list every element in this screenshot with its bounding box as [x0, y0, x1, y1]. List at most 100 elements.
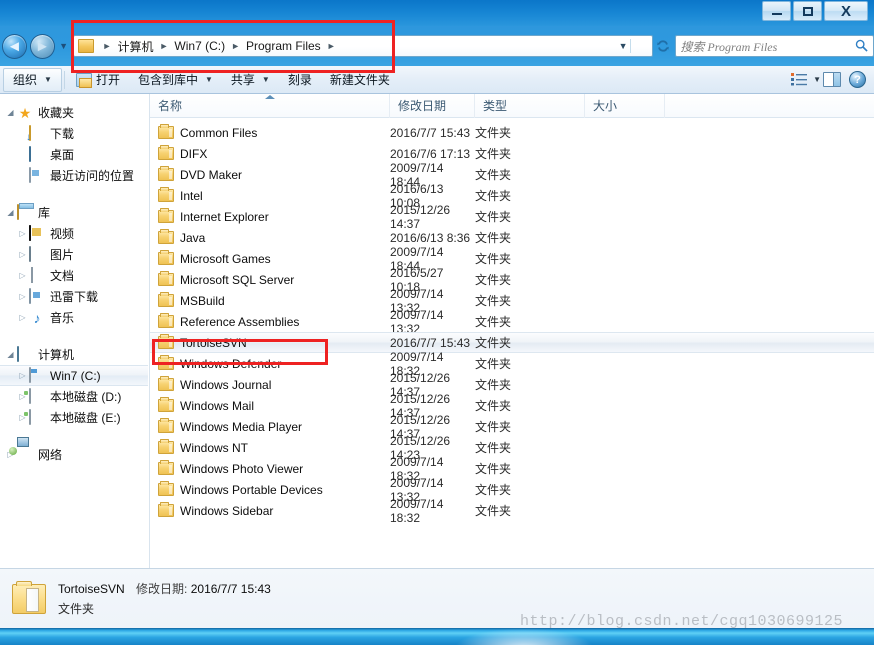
sidebar-label: 计算机: [38, 348, 75, 362]
file-type-cell: 文件夹: [475, 357, 512, 371]
minimize-button[interactable]: [762, 1, 791, 21]
table-row[interactable]: Common Files 2016/7/7 15:43 文件夹: [150, 122, 874, 143]
column-header-name[interactable]: 名称: [150, 93, 390, 118]
table-row[interactable]: Internet Explorer 2015/12/26 14:37 文件夹: [150, 203, 874, 231]
view-chevron-down-icon[interactable]: ▼: [813, 75, 821, 84]
file-name: Windows NT: [180, 440, 249, 455]
table-row[interactable]: MSBuild 2009/7/14 13:32 文件夹: [150, 287, 874, 315]
sidebar-item-network[interactable]: ▷ 网络: [0, 444, 149, 465]
sidebar-item-recent-places[interactable]: 最近访问的位置: [0, 165, 149, 186]
table-row[interactable]: DVD Maker 2009/7/14 18:44 文件夹: [150, 161, 874, 189]
collapse-triangle-icon[interactable]: ▷: [16, 292, 29, 301]
table-row[interactable]: Microsoft Games 2009/7/14 18:44 文件夹: [150, 245, 874, 273]
burn-button[interactable]: 刻录: [279, 68, 321, 92]
maximize-icon: [802, 6, 813, 16]
include-in-library-button[interactable]: 包含到库中 ▼: [129, 68, 222, 92]
sidebar-item-music[interactable]: ▷ ♪ 音乐: [0, 307, 149, 328]
breadcrumb-win7-c[interactable]: Win7 (C:): [174, 39, 225, 53]
column-headers: 名称 修改日期 类型 大小: [150, 93, 874, 118]
table-row[interactable]: Windows Media Player 2015/12/26 14:37 文件…: [150, 413, 874, 441]
table-row[interactable]: Windows Portable Devices 2009/7/14 13:32…: [150, 476, 874, 504]
table-row-selected[interactable]: TortoiseSVN 2016/7/7 15:43 文件夹: [150, 332, 874, 353]
search-box[interactable]: 搜索 Program Files: [675, 35, 874, 57]
file-date-cell: 2016/7/7 15:43: [390, 125, 471, 140]
collapse-triangle-icon[interactable]: ▷: [16, 313, 29, 322]
sidebar-item-local-disk-e[interactable]: ▷ 本地磁盘 (E:): [0, 407, 149, 428]
table-row[interactable]: Java 2016/6/13 8:36 文件夹: [150, 227, 874, 248]
recent-places-icon: [29, 166, 31, 183]
sidebar-label: 迅雷下载: [50, 290, 99, 304]
refresh-button[interactable]: [654, 35, 674, 57]
change-view-button[interactable]: [790, 72, 808, 88]
column-header-type[interactable]: 类型: [475, 93, 585, 118]
file-name-cell: Windows Portable Devices: [150, 481, 390, 497]
file-type-cell: 文件夹: [475, 315, 512, 329]
show-preview-pane-button[interactable]: [823, 72, 841, 87]
file-name: Internet Explorer: [180, 209, 269, 224]
back-button[interactable]: ◄: [2, 33, 27, 59]
maximize-button[interactable]: [793, 1, 822, 21]
table-row[interactable]: Reference Assemblies 2009/7/14 13:32 文件夹: [150, 308, 874, 336]
sidebar-label: 本地磁盘 (E:): [50, 411, 121, 425]
table-row[interactable]: Windows Defender 2009/7/14 18:32 文件夹: [150, 350, 874, 378]
sidebar-item-pictures[interactable]: ▷ 图片: [0, 244, 149, 265]
folder-icon: [158, 187, 174, 202]
breadcrumb-computer[interactable]: 计算机: [117, 38, 153, 55]
search-input[interactable]: 搜索 Program Files: [680, 38, 777, 55]
column-header-date[interactable]: 修改日期: [390, 93, 475, 118]
sidebar-item-documents[interactable]: ▷ 文档: [0, 265, 149, 286]
file-name: Windows Defender: [180, 356, 282, 371]
sidebar-item-downloads[interactable]: 下载: [0, 123, 149, 144]
new-folder-button[interactable]: 新建文件夹: [321, 68, 399, 92]
sidebar-item-videos[interactable]: ▷ 视频: [0, 223, 149, 244]
sidebar-label: 视频: [50, 227, 75, 241]
expand-triangle-icon[interactable]: ◢: [4, 108, 17, 117]
table-row[interactable]: Windows NT 2015/12/26 14:23 文件夹: [150, 434, 874, 462]
table-row[interactable]: DIFX 2016/7/6 17:13 文件夹: [150, 143, 874, 164]
navigation-pane[interactable]: ◢ ★ 收藏夹 下载 桌面 最近访问的位置: [0, 94, 150, 568]
forward-button[interactable]: ►: [29, 33, 55, 59]
expand-triangle-icon[interactable]: ◢: [4, 208, 17, 217]
sidebar-label: 文档: [50, 269, 75, 283]
file-name-cell: DIFX: [150, 145, 390, 161]
table-row[interactable]: Windows Photo Viewer 2009/7/14 18:32 文件夹: [150, 455, 874, 483]
help-button[interactable]: ?: [849, 71, 866, 88]
sidebar-item-local-disk-d[interactable]: ▷ 本地磁盘 (D:): [0, 386, 149, 407]
column-header-size[interactable]: 大小: [585, 93, 665, 118]
folder-icon: [158, 439, 174, 454]
table-row[interactable]: Intel 2016/6/13 10:08 文件夹: [150, 182, 874, 210]
video-icon: [29, 224, 31, 241]
sidebar-item-thunder-download[interactable]: ▷ 迅雷下载: [0, 286, 149, 307]
drive-icon: [29, 408, 31, 425]
sidebar-item-computer[interactable]: ◢ 计算机: [0, 344, 149, 365]
sidebar-item-favorites[interactable]: ◢ ★ 收藏夹: [0, 102, 149, 123]
expand-triangle-icon[interactable]: ◢: [4, 350, 17, 359]
close-button[interactable]: X: [824, 1, 868, 21]
collapse-triangle-icon[interactable]: ▷: [16, 271, 29, 280]
collapse-triangle-icon[interactable]: ▷: [16, 229, 29, 238]
file-name: Windows Photo Viewer: [180, 461, 304, 476]
table-row[interactable]: Windows Sidebar 2009/7/14 18:32 文件夹: [150, 497, 874, 525]
table-row[interactable]: Windows Journal 2015/12/26 14:37 文件夹: [150, 371, 874, 399]
breadcrumb-program-files[interactable]: Program Files: [246, 39, 321, 53]
collapse-triangle-icon[interactable]: ▷: [16, 250, 29, 259]
folder-icon: [158, 271, 174, 286]
address-bar[interactable]: ► 计算机 ► Win7 (C:) ► Program Files ► ▼: [72, 35, 653, 57]
share-button[interactable]: 共享 ▼: [222, 68, 279, 92]
organize-button[interactable]: 组织 ▼: [3, 67, 62, 92]
recent-pages-button[interactable]: ▼: [57, 41, 71, 51]
chevron-down-icon[interactable]: ▼: [619, 36, 628, 56]
nav-group-computer: ◢ 计算机 ▷ Win7 (C:) ▷ 本地磁盘 (D:) ▷ 本地磁盘 (E:…: [0, 344, 149, 428]
folder-icon: [158, 229, 174, 244]
table-row[interactable]: Microsoft SQL Server 2016/5/27 10:18 文件夹: [150, 266, 874, 294]
sidebar-label: 网络: [38, 448, 63, 462]
collapse-triangle-icon[interactable]: ▷: [16, 371, 29, 380]
file-list-pane[interactable]: 名称 修改日期 类型 大小 Common Files 2016/7/7 15:4…: [150, 93, 874, 568]
sidebar-item-libraries[interactable]: ◢ 库: [0, 202, 149, 223]
table-row[interactable]: Windows Mail 2015/12/26 14:37 文件夹: [150, 392, 874, 420]
file-date-cell: 2016/7/7 15:43: [390, 335, 471, 350]
forward-arrow-icon: ►: [34, 37, 50, 55]
sidebar-item-win7-c[interactable]: ▷ Win7 (C:): [0, 365, 148, 386]
open-button[interactable]: 打开: [67, 68, 129, 92]
sidebar-item-desktop[interactable]: 桌面: [0, 144, 149, 165]
